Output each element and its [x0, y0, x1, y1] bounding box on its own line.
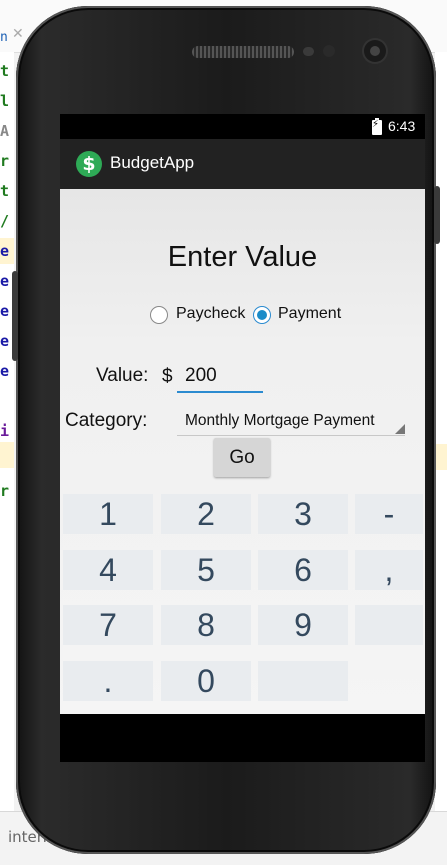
keypad-key-dot[interactable]: . — [63, 661, 153, 701]
keypad-key-blank[interactable] — [355, 605, 423, 645]
ide-code-char: e — [0, 302, 10, 320]
keypad-key-comma[interactable]: , — [355, 550, 423, 590]
device-screen: 6:43 $ BudgetApp Enter Value Paycheck Pa… — [60, 114, 425, 762]
ide-code-char: / — [0, 212, 10, 230]
keypad-key-9[interactable]: 9 — [258, 605, 348, 645]
ide-code-right-edge — [435, 52, 447, 812]
ide-highlight-line — [0, 442, 14, 468]
front-camera — [364, 40, 386, 62]
dollar-icon: $ — [76, 151, 102, 177]
value-input[interactable]: 200 — [177, 363, 263, 393]
ide-tab-fragment: n — [0, 30, 8, 45]
page-title: Enter Value — [167, 241, 318, 273]
category-spinner[interactable]: Monthly Mortgage Payment — [177, 409, 405, 436]
go-button[interactable]: Go — [214, 438, 270, 477]
status-bar: 6:43 — [60, 114, 425, 139]
value-input-text[interactable]: 200 — [185, 365, 217, 387]
dropdown-arrow-icon[interactable] — [395, 424, 405, 434]
keypad-key-6[interactable]: 6 — [258, 550, 348, 590]
keypad-key-4[interactable]: 4 — [63, 550, 153, 590]
ide-code-char: r — [0, 482, 10, 500]
radio-paycheck[interactable] — [150, 306, 168, 324]
category-label: Category: — [65, 410, 148, 431]
category-selected-value[interactable]: Monthly Mortgage Payment — [185, 412, 375, 430]
keypad-key-5[interactable]: 5 — [161, 550, 251, 590]
proximity-sensor — [303, 47, 314, 56]
speaker-grille — [192, 46, 294, 58]
keypad-key-3[interactable]: 3 — [258, 494, 348, 534]
app-title: BudgetApp — [110, 153, 195, 172]
action-bar: $ BudgetApp — [60, 139, 425, 189]
keypad-key-7[interactable]: 7 — [63, 605, 153, 645]
volume-button[interactable] — [434, 186, 440, 244]
keypad-key-blank[interactable] — [258, 661, 348, 701]
keypad-key-2[interactable]: 2 — [161, 494, 251, 534]
ide-code-char: e — [0, 242, 10, 260]
keypad-key-minus[interactable]: - — [355, 494, 423, 534]
keypad-key-8[interactable]: 8 — [161, 605, 251, 645]
phone-frame: 6:43 $ BudgetApp Enter Value Paycheck Pa… — [12, 6, 440, 854]
ide-code-char: e — [0, 272, 10, 290]
close-icon[interactable]: ✕ — [12, 26, 24, 42]
side-button[interactable] — [12, 271, 18, 361]
ide-code-char: e — [0, 332, 10, 350]
navigation-bar — [60, 714, 425, 762]
ide-code-char: l — [0, 92, 10, 110]
ide-code-char: t — [0, 182, 10, 200]
radio-payment[interactable] — [253, 306, 271, 324]
keypad-key-1[interactable]: 1 — [63, 494, 153, 534]
ide-code-char: A — [0, 122, 10, 140]
currency-symbol: $ — [162, 366, 173, 387]
main-content: Enter Value Paycheck Payment Value: $ 20… — [60, 189, 425, 714]
keypad-key-0[interactable]: 0 — [161, 661, 251, 701]
ide-code-char: e — [0, 362, 10, 380]
ide-highlight-line — [435, 444, 447, 470]
radio-payment-label[interactable]: Payment — [278, 305, 341, 323]
radio-paycheck-label[interactable]: Paycheck — [176, 305, 245, 323]
battery-charging-icon — [372, 118, 382, 135]
ide-code-gutter: t l A r t / e e e e e i r — [0, 52, 14, 812]
ide-code-char: i — [0, 422, 10, 440]
ide-code-char: r — [0, 152, 10, 170]
value-label: Value: — [96, 365, 149, 386]
light-sensor — [323, 45, 335, 57]
ide-code-char: t — [0, 62, 10, 80]
status-time: 6:43 — [388, 118, 416, 134]
